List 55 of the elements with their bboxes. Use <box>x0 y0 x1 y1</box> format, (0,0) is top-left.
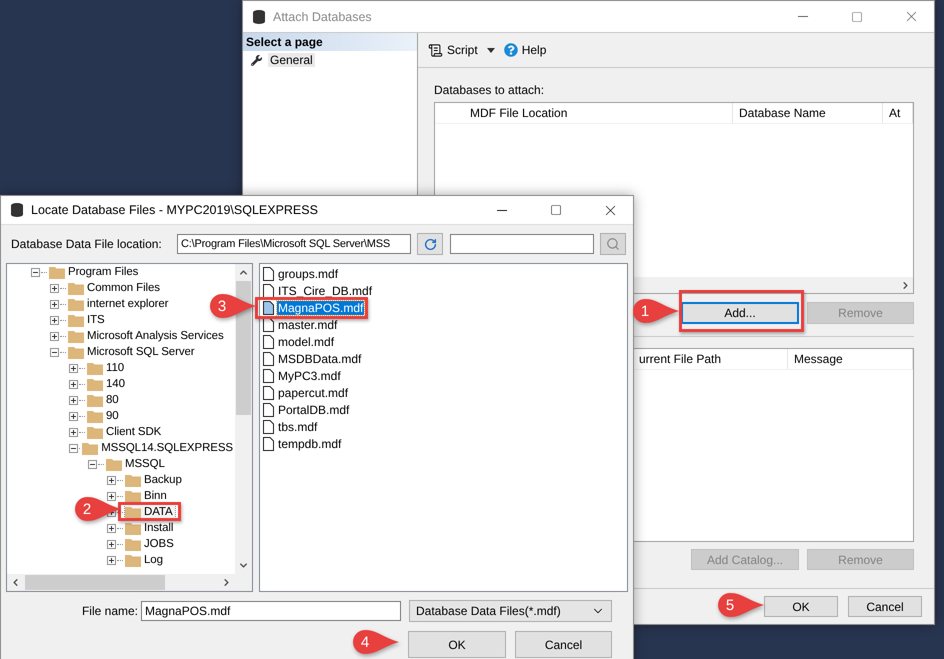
column-header: Message <box>788 349 913 369</box>
tree-item[interactable]: JOBS <box>144 538 174 550</box>
file-item[interactable]: model.mdf <box>277 334 336 348</box>
file-item[interactable]: groups.mdf <box>277 266 340 280</box>
tree-item[interactable]: Common Files <box>87 282 160 294</box>
tree-item[interactable]: 110 <box>106 362 124 374</box>
file-item[interactable]: MagnaPOS.mdf <box>277 300 364 314</box>
tree-item[interactable]: Microsoft Analysis Services <box>87 330 224 342</box>
file-type-dropdown[interactable]: Database Data Files(*.mdf) <box>409 600 612 622</box>
section-label: Databases to attach: <box>434 83 546 97</box>
step-callout: 2 <box>74 496 121 522</box>
step-callout: 4 <box>352 629 399 655</box>
help-button[interactable]: Help <box>502 41 548 59</box>
tree-item[interactable]: internet explorer <box>87 298 168 310</box>
file-item[interactable]: master.mdf <box>277 318 338 332</box>
step-callout: 5 <box>717 592 764 618</box>
tree-item[interactable]: Binn <box>144 490 167 502</box>
dialog-button[interactable]: OK <box>764 596 838 617</box>
tree-item[interactable]: 80 <box>106 394 119 406</box>
file-item[interactable]: papercut.mdf <box>277 386 350 400</box>
file-item[interactable]: MyPC3.mdf <box>277 368 342 382</box>
tree-item[interactable]: MSSQL <box>125 458 165 470</box>
tree-item[interactable]: Program Files <box>68 266 138 278</box>
field-label: Database Data File location: <box>10 237 163 251</box>
dialog-button[interactable]: OK <box>408 631 506 658</box>
tree-item[interactable]: Install <box>144 522 174 534</box>
tree-item[interactable]: ITS <box>87 314 105 326</box>
tree-item[interactable]: Client SDK <box>106 426 162 438</box>
tree-item[interactable]: 140 <box>106 378 125 390</box>
tree-item[interactable]: 90 <box>106 410 119 422</box>
window-title: Locate Database Files - MYPC2019\SQLEXPRESS <box>31 203 319 217</box>
window-title: Attach Databases <box>273 10 373 24</box>
file-item[interactable]: tempdb.mdf <box>277 436 342 450</box>
tree-item[interactable]: MSSQL14.SQLEXPRESS <box>101 442 233 454</box>
field-label: File name: <box>80 604 138 618</box>
script-button[interactable]: Script <box>426 40 480 60</box>
column-header: Database Name <box>733 103 883 123</box>
file-item[interactable]: ITS_Cire_DB.mdf <box>277 284 374 298</box>
column-header: At <box>883 103 913 123</box>
location-field[interactable]: C:\Program Files\Microsoft SQL Server\MSS <box>177 234 411 254</box>
file-item[interactable]: PortalDB.mdf <box>277 402 350 416</box>
sidebar-item[interactable]: General <box>268 53 315 67</box>
tree-item[interactable]: Backup <box>144 474 182 486</box>
step-callout: 1 <box>632 298 679 324</box>
dialog-button[interactable]: Add... <box>681 302 799 324</box>
tree-item[interactable]: Microsoft SQL Server <box>87 346 194 358</box>
sidebar-heading: Select a page <box>243 33 417 51</box>
file-item[interactable]: tbs.mdf <box>277 420 318 434</box>
file-name-field[interactable]: MagnaPOS.mdf <box>141 601 401 621</box>
step-callout: 3 <box>209 293 256 319</box>
dialog-button[interactable]: Cancel <box>848 596 922 617</box>
dialog-button[interactable]: Cancel <box>515 631 612 658</box>
tree-item[interactable]: Log <box>144 554 163 566</box>
column-header: MDF File Location <box>435 103 733 123</box>
file-item[interactable]: MSDBData.mdf <box>277 352 362 366</box>
